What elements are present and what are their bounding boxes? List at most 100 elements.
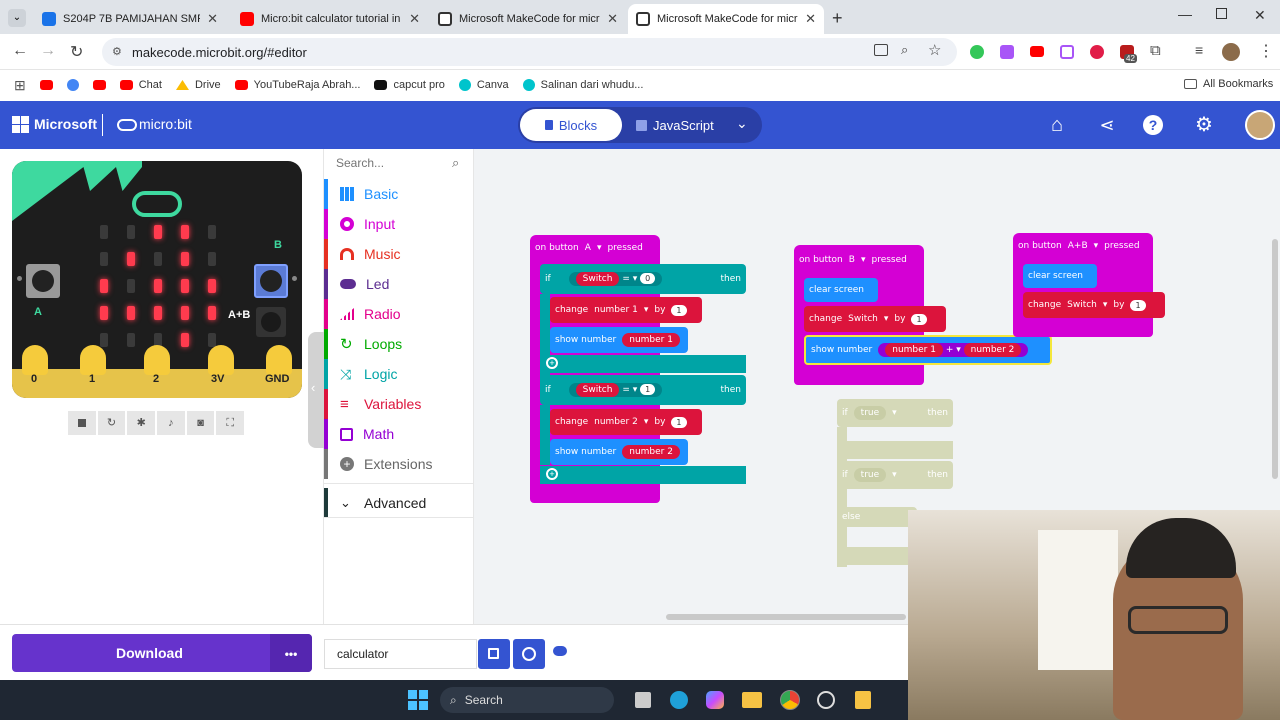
all-bookmarks[interactable]: All Bookmarks <box>1184 78 1273 90</box>
stop-icon[interactable] <box>68 411 96 435</box>
category-input[interactable]: Input <box>324 209 474 239</box>
apps-icon[interactable]: ⊞ <box>14 77 26 94</box>
show-number-block[interactable]: show number number 2 <box>550 439 688 465</box>
extensions-puzzle-icon[interactable]: ⧉ <box>1150 42 1161 59</box>
extension-icon[interactable] <box>1060 45 1074 59</box>
taskbar-search[interactable]: ⌕ Search <box>440 687 614 713</box>
add-else-icon[interactable]: + <box>546 357 558 369</box>
mute-icon[interactable]: ♪ <box>157 411 185 435</box>
chevron-down-icon[interactable]: ⌄ <box>736 115 748 132</box>
reload-icon[interactable]: ↻ <box>70 42 83 62</box>
vertical-scrollbar[interactable] <box>1272 239 1278 479</box>
compare-block[interactable]: Switch = ▾ 0 <box>568 272 663 286</box>
back-icon[interactable]: ← <box>12 42 28 60</box>
project-name-input[interactable]: calculator <box>324 639 477 669</box>
change-number2-block[interactable]: change number 2 ▾ by 1 <box>550 409 702 435</box>
button-ab[interactable] <box>256 307 286 337</box>
change-switch-block[interactable]: change Switch ▾ by 1 <box>1023 292 1165 318</box>
browser-tab[interactable]: S204P 7B PAMIJAHAN SMP 12 ✕ <box>34 4 226 34</box>
microbit-label[interactable]: micro:bit <box>139 116 192 132</box>
if-block[interactable]: if Switch = ▾ 0 then <box>540 264 746 294</box>
category-radio[interactable]: Radio <box>324 299 474 329</box>
bookmark-canva[interactable]: Canva <box>458 79 509 91</box>
category-math[interactable]: Math <box>324 419 474 449</box>
task-view-icon[interactable] <box>635 692 651 708</box>
site-info-icon[interactable]: ⚙ <box>112 45 122 58</box>
category-loops[interactable]: ↻ Loops <box>324 329 474 359</box>
button-b[interactable] <box>254 264 288 298</box>
disabled-if-else-block[interactable]: if true ▾ then <box>837 461 953 489</box>
bookmark-capcut[interactable]: capcut pro <box>374 79 445 91</box>
pin-3v[interactable] <box>208 345 234 375</box>
extension-icon[interactable] <box>1090 45 1104 59</box>
category-extensions[interactable]: + Extensions <box>324 449 474 479</box>
chrome-icon[interactable] <box>780 690 800 710</box>
clear-screen-block[interactable]: clear screen <box>804 278 878 302</box>
extension-icon[interactable] <box>1030 46 1044 57</box>
save-button[interactable] <box>478 639 510 669</box>
share-icon[interactable]: ⋖ <box>1095 113 1119 137</box>
tab-search-icon[interactable]: ⌄ <box>8 9 26 27</box>
addition-block[interactable]: number 1 + ▾ number 2 <box>878 343 1029 357</box>
reading-list-icon[interactable]: ≡ <box>1195 42 1203 58</box>
windows-start-icon[interactable] <box>408 690 428 710</box>
extension-icon[interactable] <box>970 45 984 59</box>
switch-variable[interactable]: Switch <box>575 383 620 397</box>
category-logic[interactable]: ⤨ Logic <box>324 359 474 389</box>
pin-0[interactable] <box>22 345 48 375</box>
browser-tab[interactable]: Microsoft MakeCode for micro: ✕ <box>430 4 626 34</box>
user-avatar[interactable] <box>1245 110 1275 140</box>
debug-icon[interactable]: ✱ <box>127 411 156 435</box>
show-number-sum-block[interactable]: show number number 1 + ▾ number 2 <box>804 335 1052 365</box>
url-field[interactable]: ⚙ makecode.microbit.org/#editor ⌕ ☆ <box>102 38 957 66</box>
show-number-block[interactable]: show number number 1 <box>550 327 688 353</box>
true-value[interactable]: true <box>853 406 887 420</box>
microsoft-logo[interactable] <box>12 116 29 133</box>
button-a[interactable] <box>26 264 60 298</box>
pin-2[interactable] <box>144 345 170 375</box>
close-icon[interactable]: ✕ <box>207 11 218 27</box>
horizontal-scrollbar[interactable] <box>666 614 906 620</box>
toolbox-search[interactable]: ⌕ <box>324 149 474 179</box>
browser-tab[interactable]: Micro:bit calculator tutorial in M ✕ <box>232 4 428 34</box>
category-led[interactable]: Led <box>324 269 474 299</box>
number1-variable[interactable]: number 1 <box>885 343 943 357</box>
search-input[interactable] <box>324 149 444 177</box>
category-variables[interactable]: ≡ Variables <box>324 389 474 419</box>
settings-gear-icon[interactable]: ⚙ <box>1192 113 1216 137</box>
clear-screen-block[interactable]: clear screen <box>1023 264 1097 288</box>
bookmark-youtube[interactable]: YouTubeRaja Abrah... <box>234 79 360 91</box>
extension-icon[interactable] <box>1000 45 1014 59</box>
file-explorer-icon[interactable] <box>742 692 762 708</box>
maximize-icon[interactable] <box>1216 8 1227 19</box>
app-icon[interactable] <box>817 691 835 709</box>
category-advanced[interactable]: ⌄ Advanced <box>324 488 474 518</box>
browser-tab-active[interactable]: Microsoft MakeCode for micro: ✕ <box>628 4 824 34</box>
search-icon[interactable]: ⌕ <box>452 155 459 171</box>
if-block[interactable]: if Switch = ▾ 1 then <box>540 375 746 405</box>
microbit-logo-icon[interactable] <box>132 191 182 217</box>
category-basic[interactable]: Basic <box>324 179 474 209</box>
true-value[interactable]: true <box>853 468 887 482</box>
menu-icon[interactable]: ⋮ <box>1258 41 1274 61</box>
javascript-button[interactable]: JavaScript <box>636 109 726 141</box>
download-more-button[interactable]: ••• <box>270 634 312 672</box>
cloud-icon[interactable] <box>553 646 567 656</box>
github-button[interactable] <box>513 639 545 669</box>
forward-icon[interactable]: → <box>40 42 56 60</box>
google-bookmark-icon[interactable] <box>66 79 79 91</box>
switch-variable[interactable]: Switch <box>575 272 620 286</box>
star-icon[interactable]: ☆ <box>928 41 941 59</box>
change-switch-block[interactable]: change Switch ▾ by 1 <box>804 306 946 332</box>
youtube-bookmark-icon[interactable] <box>92 80 106 90</box>
restart-icon[interactable]: ↻ <box>97 411 126 435</box>
pin-gnd[interactable] <box>266 345 292 375</box>
help-icon[interactable]: ? <box>1143 115 1163 135</box>
disabled-if-block[interactable]: if true ▾ then <box>837 399 953 427</box>
close-icon[interactable]: ✕ <box>607 11 618 27</box>
app-icon[interactable] <box>855 691 871 709</box>
close-icon[interactable]: ✕ <box>805 11 816 27</box>
minimize-icon[interactable]: — <box>1178 6 1192 22</box>
window-close-icon[interactable]: ✕ <box>1254 7 1266 24</box>
add-else-icon[interactable]: + <box>546 468 558 480</box>
